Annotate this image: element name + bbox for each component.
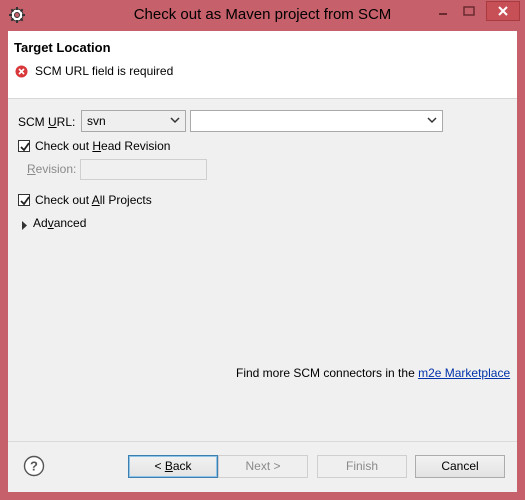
finish-button[interactable]: Finish [317,455,407,478]
error-message: SCM URL field is required [35,64,174,78]
expand-triangle-icon[interactable] [21,219,28,230]
marketplace-link[interactable]: m2e Marketplace [418,366,510,380]
close-icon[interactable] [486,1,520,21]
wizard-header: Target Location SCM URL field is require… [8,31,517,99]
checkmark-icon [20,196,30,206]
revision-input[interactable] [80,159,207,180]
dialog-window: Check out as Maven project from SCM Targ… [0,0,525,500]
help-icon[interactable]: ? [23,455,45,477]
cancel-button[interactable]: Cancel [415,455,505,478]
svg-text:?: ? [30,459,38,474]
scm-url-combo[interactable] [190,110,443,132]
back-button[interactable]: < Back [128,455,218,478]
dialog-body: Target Location SCM URL field is require… [8,31,517,492]
maximize-icon[interactable] [456,2,482,20]
marketplace-hint: Find more SCM connectors in the m2e Mark… [236,366,511,380]
head-revision-checkbox[interactable] [18,140,30,152]
scm-url-label: SCM URL: [18,115,76,129]
revision-label: Revision: [27,162,77,176]
minimize-icon[interactable] [430,2,456,20]
chevron-down-icon [427,114,437,126]
head-revision-label: Check out Head Revision [35,139,171,153]
error-icon [15,65,28,78]
scm-type-select[interactable]: svn [81,110,186,132]
next-button[interactable]: Next > [218,455,308,478]
footer-divider [8,441,517,442]
page-title: Target Location [14,40,111,55]
scm-type-value: svn [87,114,106,128]
title-bar[interactable]: Check out as Maven project from SCM [0,0,525,30]
chevron-down-icon [170,114,180,126]
all-projects-checkbox[interactable] [18,194,30,206]
advanced-label: Advanced [33,216,87,230]
all-projects-label: Check out All Projects [35,193,152,207]
checkmark-icon [20,142,30,152]
